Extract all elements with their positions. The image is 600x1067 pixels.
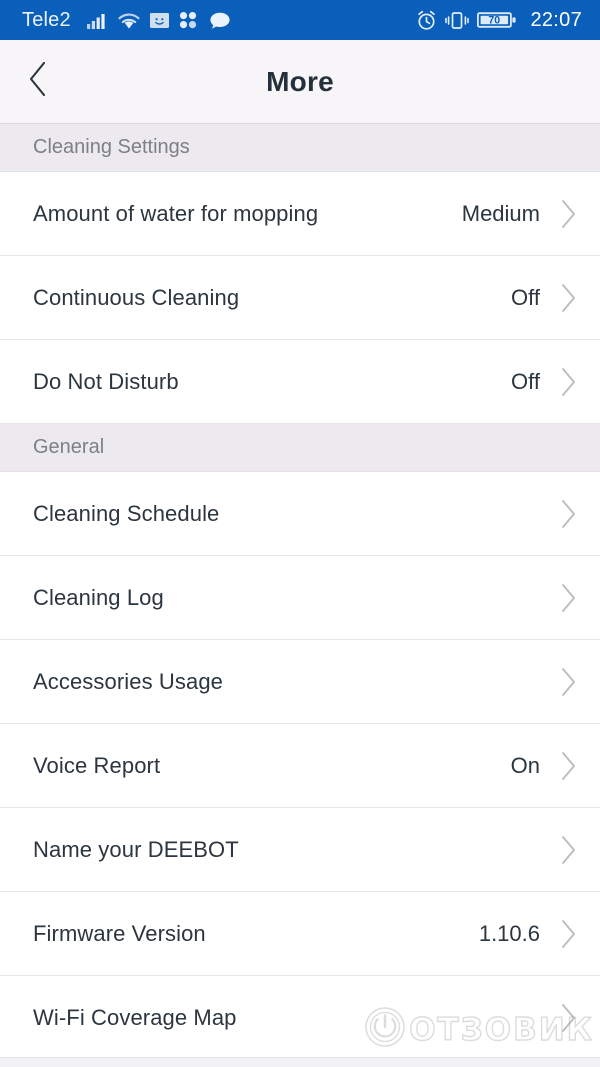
row-label: Amount of water for mopping — [33, 200, 319, 226]
chevron-right-icon[interactable] — [556, 199, 582, 228]
back-button[interactable] — [0, 40, 70, 124]
row-label: Continuous Cleaning — [33, 284, 240, 310]
row-value: Off — [511, 368, 540, 394]
row-label: Voice Report — [33, 752, 161, 778]
row-value: Off — [511, 284, 540, 310]
settings-row[interactable]: Firmware Version 1.10.6 — [0, 892, 600, 976]
chevron-right-icon[interactable] — [556, 1003, 582, 1032]
chevron-right-icon[interactable] — [556, 835, 582, 864]
row-label: Accessories Usage — [33, 668, 223, 694]
chevron-right-icon[interactable] — [556, 667, 582, 696]
vibrate-icon — [445, 10, 470, 31]
row-label: Do Not Disturb — [33, 368, 179, 394]
chevron-right-icon[interactable] — [556, 283, 582, 312]
settings-row[interactable]: Do Not Disturb Off — [0, 340, 600, 424]
settings-row[interactable]: Amount of water for mopping Medium — [0, 172, 600, 256]
status-bar: Tele2 70 22:07 — [0, 0, 600, 40]
dots-app-icon — [178, 11, 201, 30]
phone-screen: Tele2 70 22:07 More Cleaning Settings Am… — [0, 0, 600, 1067]
section-header: Cleaning Settings — [0, 124, 600, 172]
settings-row[interactable]: Voice Report On — [0, 724, 600, 808]
chevron-right-icon[interactable] — [556, 919, 582, 948]
row-value: On — [510, 752, 540, 778]
chevron-left-icon — [26, 60, 50, 103]
row-label: Firmware Version — [33, 920, 206, 946]
battery-icon: 70 — [477, 10, 518, 30]
chevron-right-icon[interactable] — [556, 499, 582, 528]
bottom-strip — [0, 1057, 600, 1067]
wifi-icon — [117, 11, 141, 30]
clock-time: 22:07 — [530, 8, 582, 31]
row-label: Wi-Fi Coverage Map — [33, 1004, 237, 1030]
settings-row[interactable]: Cleaning Schedule — [0, 472, 600, 556]
status-bar-right: 70 22:07 — [412, 9, 582, 32]
row-value: Medium — [461, 200, 540, 226]
chevron-right-icon[interactable] — [556, 583, 582, 612]
page-title: More — [266, 65, 334, 97]
settings-row[interactable]: Accessories Usage — [0, 640, 600, 724]
chevron-right-icon[interactable] — [556, 367, 582, 396]
email-icon — [149, 11, 170, 30]
alarm-clock-icon — [416, 10, 437, 31]
row-value: 1.10.6 — [478, 920, 540, 946]
settings-list[interactable]: Cleaning Settings Amount of water for mop… — [0, 124, 600, 1060]
settings-row[interactable]: Cleaning Log — [0, 556, 600, 640]
status-bar-left: Tele2 — [22, 9, 236, 32]
row-label: Cleaning Schedule — [33, 500, 220, 526]
settings-row[interactable]: Name your DEEBOT — [0, 808, 600, 892]
app-bar: More — [0, 40, 600, 124]
row-label: Name your DEEBOT — [33, 836, 239, 862]
settings-row[interactable]: Continuous Cleaning Off — [0, 256, 600, 340]
carrier-name: Tele2 — [22, 8, 71, 31]
row-label: Cleaning Log — [33, 584, 164, 610]
signal-bars-icon — [86, 11, 109, 29]
chevron-right-icon[interactable] — [556, 751, 582, 780]
settings-row[interactable]: Wi-Fi Coverage Map — [0, 976, 600, 1060]
chat-bubble-icon — [209, 11, 232, 30]
battery-level-text: 70 — [489, 14, 501, 26]
section-header: General — [0, 424, 600, 472]
